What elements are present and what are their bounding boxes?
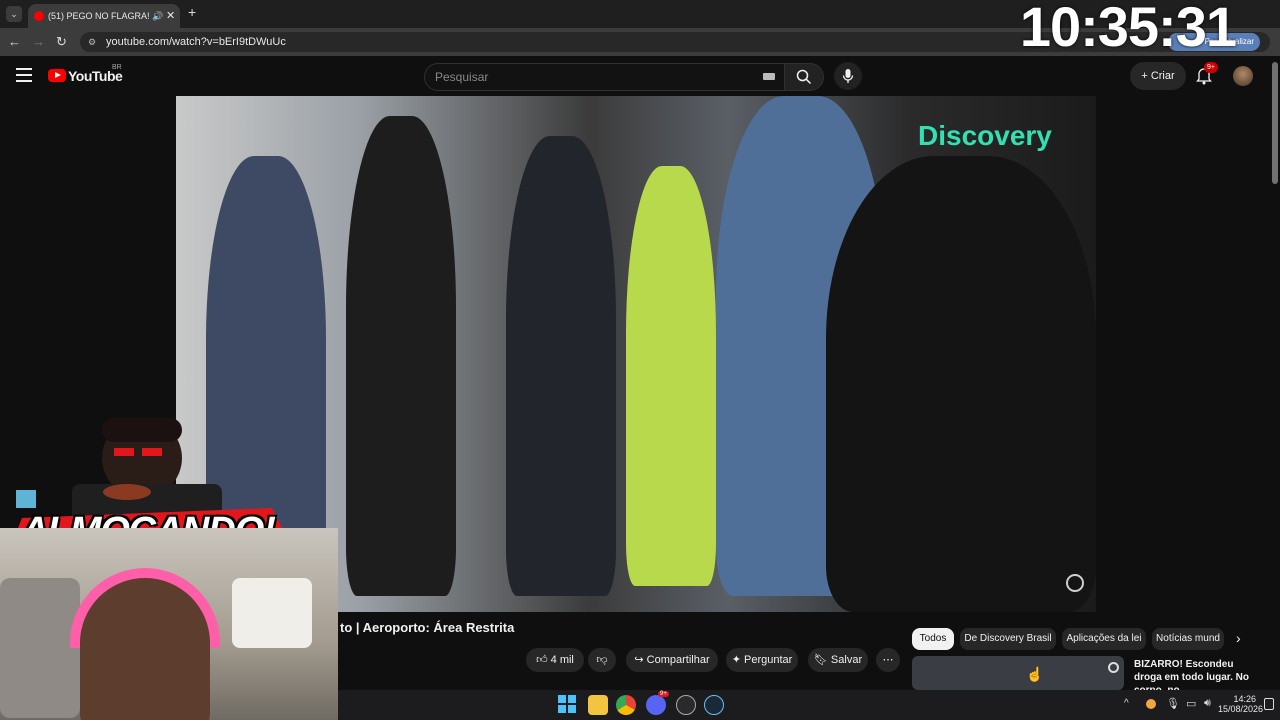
discord-badge: 9+ bbox=[658, 691, 669, 697]
mouse-cursor-icon: ☝ bbox=[1026, 666, 1044, 682]
more-icon: ⋯ bbox=[882, 654, 894, 666]
search-placeholder: Pesquisar bbox=[435, 70, 489, 84]
sparkle-icon: ✦ bbox=[731, 654, 744, 666]
webcam-chair bbox=[232, 578, 312, 648]
headphones bbox=[70, 568, 220, 648]
like-count: 4 mil bbox=[550, 654, 574, 666]
browser-tab-active[interactable]: (51) PEGO NO FLAGRA! Filh 🔊 ✕ bbox=[28, 4, 180, 28]
scene-person bbox=[346, 116, 456, 596]
tab-close-icon[interactable]: ✕ bbox=[166, 4, 175, 28]
discord-icon[interactable]: 9+ bbox=[646, 691, 669, 715]
clock-overlay: 10:35:31 bbox=[1019, 0, 1237, 58]
app-icon[interactable] bbox=[676, 695, 696, 715]
menu-icon[interactable] bbox=[16, 68, 32, 82]
youtube-favicon-icon bbox=[34, 11, 44, 21]
network-icon[interactable]: ▭ bbox=[1186, 697, 1196, 710]
video-title: to | Aeroporto: Área Restrita bbox=[340, 620, 515, 635]
ask-label: Perguntar bbox=[743, 654, 793, 666]
volume-icon[interactable]: 🔊︎ bbox=[1204, 697, 1211, 710]
save-label: Salvar bbox=[830, 654, 863, 666]
more-actions-button[interactable]: ⋯ bbox=[876, 648, 900, 672]
webcam-sofa bbox=[0, 578, 80, 718]
discovery-watermark: Discovery bbox=[918, 120, 1052, 151]
create-label: Criar bbox=[1150, 70, 1175, 82]
like-button[interactable]: 👍︎ 4 mil bbox=[526, 648, 584, 672]
chip-label: Todos bbox=[919, 633, 947, 644]
page-scrollbar[interactable] bbox=[1272, 62, 1278, 184]
search-button[interactable] bbox=[784, 63, 824, 91]
scene-person bbox=[506, 136, 616, 596]
taskbar-date: 15/08/2026 bbox=[1218, 704, 1264, 714]
steam-icon[interactable] bbox=[704, 695, 724, 715]
chip-label: Notícias mund bbox=[1156, 633, 1220, 644]
chip-label: Aplicações da lei bbox=[1066, 633, 1142, 644]
video-settings-icon[interactable] bbox=[1066, 574, 1084, 592]
share-label: Compartilhar bbox=[646, 654, 710, 666]
scene-person bbox=[626, 166, 716, 586]
chip-world-news[interactable]: Notícias mund bbox=[1152, 628, 1224, 650]
search-input[interactable]: Pesquisar bbox=[424, 63, 786, 91]
recommended-thumbnail[interactable] bbox=[912, 656, 1124, 690]
chrome-icon[interactable] bbox=[616, 695, 636, 715]
channel-logo-icon bbox=[1108, 662, 1119, 673]
thumbs-up-icon: 👍︎ bbox=[536, 654, 551, 666]
save-button[interactable]: 🔖︎ Salvar bbox=[808, 648, 868, 672]
youtube-play-triangle-icon bbox=[55, 72, 61, 78]
chip-discovery-brasil[interactable]: De Discovery Brasil bbox=[960, 628, 1056, 650]
voice-search-button[interactable] bbox=[834, 62, 862, 90]
back-icon[interactable]: ← bbox=[8, 34, 21, 49]
mic-icon bbox=[842, 69, 854, 83]
taskbar-time: 14:26 bbox=[1233, 694, 1256, 704]
chevron-right-icon[interactable]: › bbox=[1236, 630, 1241, 646]
ask-button[interactable]: ✦ Perguntar bbox=[726, 648, 798, 672]
chip-label: De Discovery Brasil bbox=[964, 633, 1052, 644]
tab-title: (51) PEGO NO FLAGRA! Filh bbox=[48, 11, 152, 21]
youtube-header: YouTube BR Pesquisar + Criar 9+ bbox=[0, 56, 1280, 96]
tab-search-button[interactable]: ⌄ bbox=[6, 6, 22, 22]
region-label: BR bbox=[112, 64, 122, 71]
share-icon: ↪ bbox=[634, 654, 647, 666]
notification-center-icon[interactable] bbox=[1264, 698, 1274, 710]
microphone-tray-icon[interactable]: 🎙︎ bbox=[1166, 697, 1180, 710]
dislike-button[interactable]: 👎︎ bbox=[588, 648, 616, 672]
notifications-button[interactable]: 9+ bbox=[1196, 62, 1218, 87]
chip-law-enforcement[interactable]: Aplicações da lei bbox=[1062, 628, 1146, 650]
site-info-icon[interactable]: ⚙ bbox=[88, 32, 96, 52]
keyboard-icon[interactable] bbox=[763, 73, 775, 80]
taskbar-clock[interactable]: 14:26 15/08/2026 bbox=[1218, 694, 1264, 714]
share-button[interactable]: ↪ Compartilhar bbox=[626, 648, 718, 672]
chevron-up-icon[interactable]: ^ bbox=[1124, 698, 1129, 709]
tray-app-icon[interactable] bbox=[1146, 699, 1156, 709]
chip-all[interactable]: Todos bbox=[912, 628, 954, 650]
create-button[interactable]: + Criar bbox=[1130, 62, 1186, 90]
plus-icon: + bbox=[1141, 70, 1151, 82]
notification-badge: 9+ bbox=[1204, 62, 1218, 73]
windows-taskbar: 9+ ^ 🎙︎ ▭ 🔊︎ 14:26 15/08/2026 bbox=[338, 690, 1280, 720]
webcam-feed bbox=[0, 528, 338, 720]
tab-audio-icon[interactable]: 🔊 bbox=[152, 4, 163, 28]
forward-icon[interactable]: → bbox=[32, 34, 45, 49]
file-explorer-icon[interactable] bbox=[588, 695, 608, 715]
windows-start-icon[interactable] bbox=[558, 695, 578, 715]
bookmark-icon: 🔖︎ bbox=[813, 654, 831, 666]
thumbs-down-icon: 👎︎ bbox=[596, 654, 608, 666]
url-text: youtube.com/watch?v=bErI9tDWuUc bbox=[106, 36, 286, 48]
avatar[interactable] bbox=[1233, 66, 1253, 86]
search-icon bbox=[796, 69, 812, 85]
reload-icon[interactable]: ↻ bbox=[56, 34, 67, 50]
new-tab-button[interactable]: + bbox=[188, 4, 196, 20]
scene-person bbox=[826, 156, 1096, 612]
recommended-video[interactable]: BIZARRO! Escondeu droga em todo lugar. N… bbox=[912, 656, 1262, 696]
